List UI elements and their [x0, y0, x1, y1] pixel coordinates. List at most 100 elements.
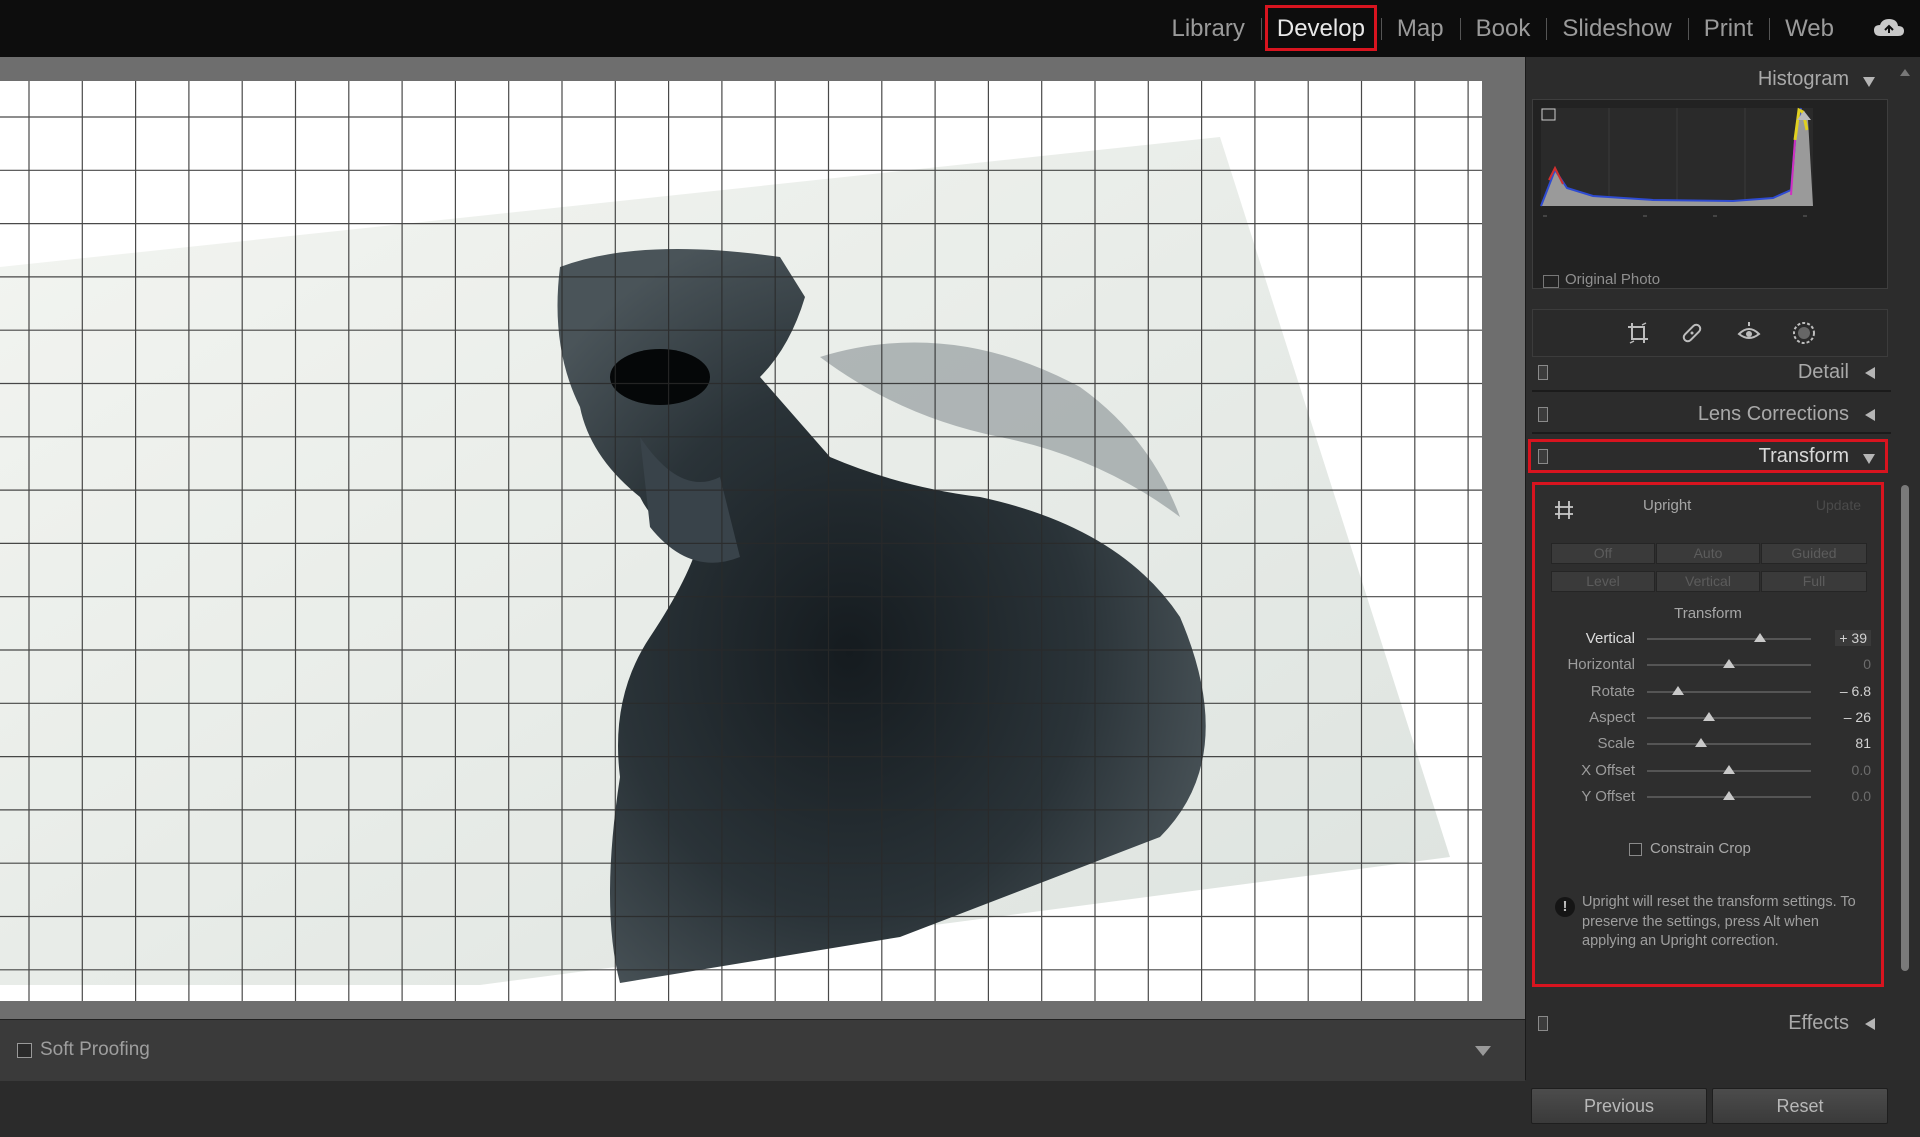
module-picker: Library Develop Map Book Slideshow Print… — [1156, 0, 1851, 57]
info-icon: ! — [1555, 897, 1575, 917]
upright-full-button[interactable]: Full — [1761, 571, 1867, 592]
upright-label: Upright — [1643, 497, 1692, 514]
module-library[interactable]: Library — [1156, 0, 1261, 57]
transform-panel: Upright Update Off Auto Guided Level Ver… — [1532, 482, 1884, 987]
effects-title: Effects — [1788, 1012, 1849, 1034]
x-offset-slider-row: X Offset 0.0 — [1535, 760, 1881, 782]
vertical-value[interactable]: + 39 — [1835, 630, 1871, 646]
original-photo-checkbox[interactable] — [1543, 275, 1559, 288]
module-book-label: Book — [1475, 14, 1531, 42]
skull-eye — [610, 349, 710, 405]
panel-divider — [1532, 390, 1891, 392]
panel-switch-icon[interactable] — [1538, 365, 1548, 380]
toolbar-menu-arrow-icon[interactable] — [1475, 1046, 1491, 1056]
red-eye-icon[interactable] — [1736, 320, 1762, 346]
y-offset-value[interactable]: 0.0 — [1852, 788, 1871, 804]
panel-switch-icon[interactable] — [1538, 407, 1548, 422]
healing-brush-icon[interactable] — [1679, 320, 1705, 346]
constrain-crop-checkbox[interactable] — [1629, 843, 1642, 856]
photo-canvas[interactable] — [0, 57, 1525, 1019]
expand-arrow-icon — [1865, 367, 1875, 379]
panel-divider — [1532, 432, 1891, 434]
module-print[interactable]: Print — [1687, 0, 1769, 57]
panel-switch-icon[interactable] — [1538, 1016, 1548, 1031]
aspect-value[interactable]: – 26 — [1844, 709, 1871, 725]
crop-icon[interactable] — [1625, 320, 1651, 346]
scroll-up-arrow-icon[interactable] — [1900, 69, 1910, 76]
rotate-label: Rotate — [1590, 683, 1635, 700]
collapse-arrow-icon — [1863, 77, 1875, 87]
guided-upright-tool-icon[interactable] — [1553, 499, 1575, 521]
vertical-slider-row: Vertical + 39 — [1535, 628, 1881, 650]
scale-value[interactable]: 81 — [1855, 735, 1871, 751]
soft-proofing-checkbox[interactable] — [17, 1043, 32, 1058]
rotate-slider-row: Rotate – 6.8 — [1535, 681, 1881, 703]
y-offset-label: Y Offset — [1581, 788, 1635, 805]
viewer-margin-top — [0, 57, 1525, 81]
upright-off-button[interactable]: Off — [1551, 543, 1655, 564]
scale-slider-row: Scale 81 — [1535, 733, 1881, 755]
masking-icon[interactable] — [1791, 320, 1817, 346]
lens-corrections-title: Lens Corrections — [1697, 403, 1849, 425]
histogram-panel: Original Photo — [1532, 99, 1888, 289]
image-viewer[interactable] — [0, 57, 1525, 1019]
y-offset-slider-thumb[interactable] — [1723, 791, 1735, 800]
reset-button[interactable]: Reset — [1712, 1088, 1888, 1124]
module-library-label: Library — [1171, 14, 1245, 42]
rotate-value[interactable]: – 6.8 — [1840, 683, 1871, 699]
detail-title: Detail — [1797, 361, 1849, 383]
module-develop[interactable]: Develop — [1260, 0, 1381, 57]
develop-highlight-box — [1264, 5, 1377, 51]
constrain-crop-label[interactable]: Constrain Crop — [1650, 840, 1751, 857]
aspect-slider-thumb[interactable] — [1703, 712, 1716, 721]
module-print-label: Print — [1703, 14, 1754, 42]
horizontal-slider-thumb[interactable] — [1723, 659, 1735, 668]
upright-level-button[interactable]: Level — [1551, 571, 1655, 592]
x-offset-label: X Offset — [1581, 762, 1635, 779]
cloud-sync-icon[interactable] — [1872, 16, 1906, 40]
bottom-buttons: Previous Reset — [1526, 1078, 1920, 1137]
histogram-header[interactable]: Histogram — [1526, 61, 1891, 99]
viewer-margin-right — [1482, 57, 1525, 1019]
module-web-label: Web — [1785, 14, 1834, 42]
module-map-label: Map — [1396, 14, 1444, 42]
vertical-label: Vertical — [1585, 630, 1635, 647]
module-web[interactable]: Web — [1769, 0, 1850, 57]
scale-slider-track[interactable] — [1647, 743, 1811, 745]
scale-label: Scale — [1597, 735, 1635, 752]
upright-guided-button[interactable]: Guided — [1761, 543, 1867, 564]
scrollbar-thumb[interactable] — [1901, 485, 1909, 971]
upright-auto-button[interactable]: Auto — [1656, 543, 1760, 564]
module-map[interactable]: Map — [1380, 0, 1460, 57]
x-offset-value[interactable]: 0.0 — [1852, 762, 1871, 778]
module-slideshow[interactable]: Slideshow — [1546, 0, 1687, 57]
horizontal-value[interactable]: 0 — [1863, 656, 1871, 672]
effects-header[interactable]: Effects — [1526, 1005, 1891, 1043]
module-book[interactable]: Book — [1459, 0, 1547, 57]
horizontal-label: Horizontal — [1567, 656, 1635, 673]
module-slideshow-label: Slideshow — [1562, 14, 1672, 42]
vertical-slider-track[interactable] — [1647, 638, 1811, 640]
transform-header-highlight — [1528, 439, 1888, 473]
aspect-slider-track[interactable] — [1647, 717, 1811, 719]
expand-arrow-icon — [1865, 409, 1875, 421]
vertical-slider-thumb[interactable] — [1754, 633, 1767, 642]
update-button[interactable]: Update — [1816, 497, 1861, 513]
upright-vertical-button[interactable]: Vertical — [1656, 571, 1760, 592]
aspect-slider-row: Aspect – 26 — [1535, 707, 1881, 729]
right-panel: Histogram Original Photo Detail Lens Cor… — [1525, 57, 1920, 1124]
histogram-title: Histogram — [1757, 68, 1849, 90]
scale-slider-thumb[interactable] — [1695, 738, 1708, 747]
original-photo-label[interactable]: Original Photo — [1565, 271, 1660, 288]
detail-header[interactable]: Detail — [1526, 354, 1891, 392]
rotate-slider-thumb[interactable] — [1672, 686, 1685, 695]
module-bar: Library Develop Map Book Slideshow Print… — [0, 0, 1920, 57]
previous-button[interactable]: Previous — [1531, 1088, 1707, 1124]
horizontal-slider-row: Horizontal 0 — [1535, 654, 1881, 676]
lens-corrections-header[interactable]: Lens Corrections — [1526, 396, 1891, 434]
soft-proofing-label[interactable]: Soft Proofing — [40, 1039, 150, 1061]
viewer-margin-bottom — [0, 1001, 1525, 1019]
upright-info-text: Upright will reset the transform setting… — [1582, 894, 1856, 949]
x-offset-slider-thumb[interactable] — [1723, 765, 1735, 774]
tool-strip — [1532, 309, 1888, 357]
